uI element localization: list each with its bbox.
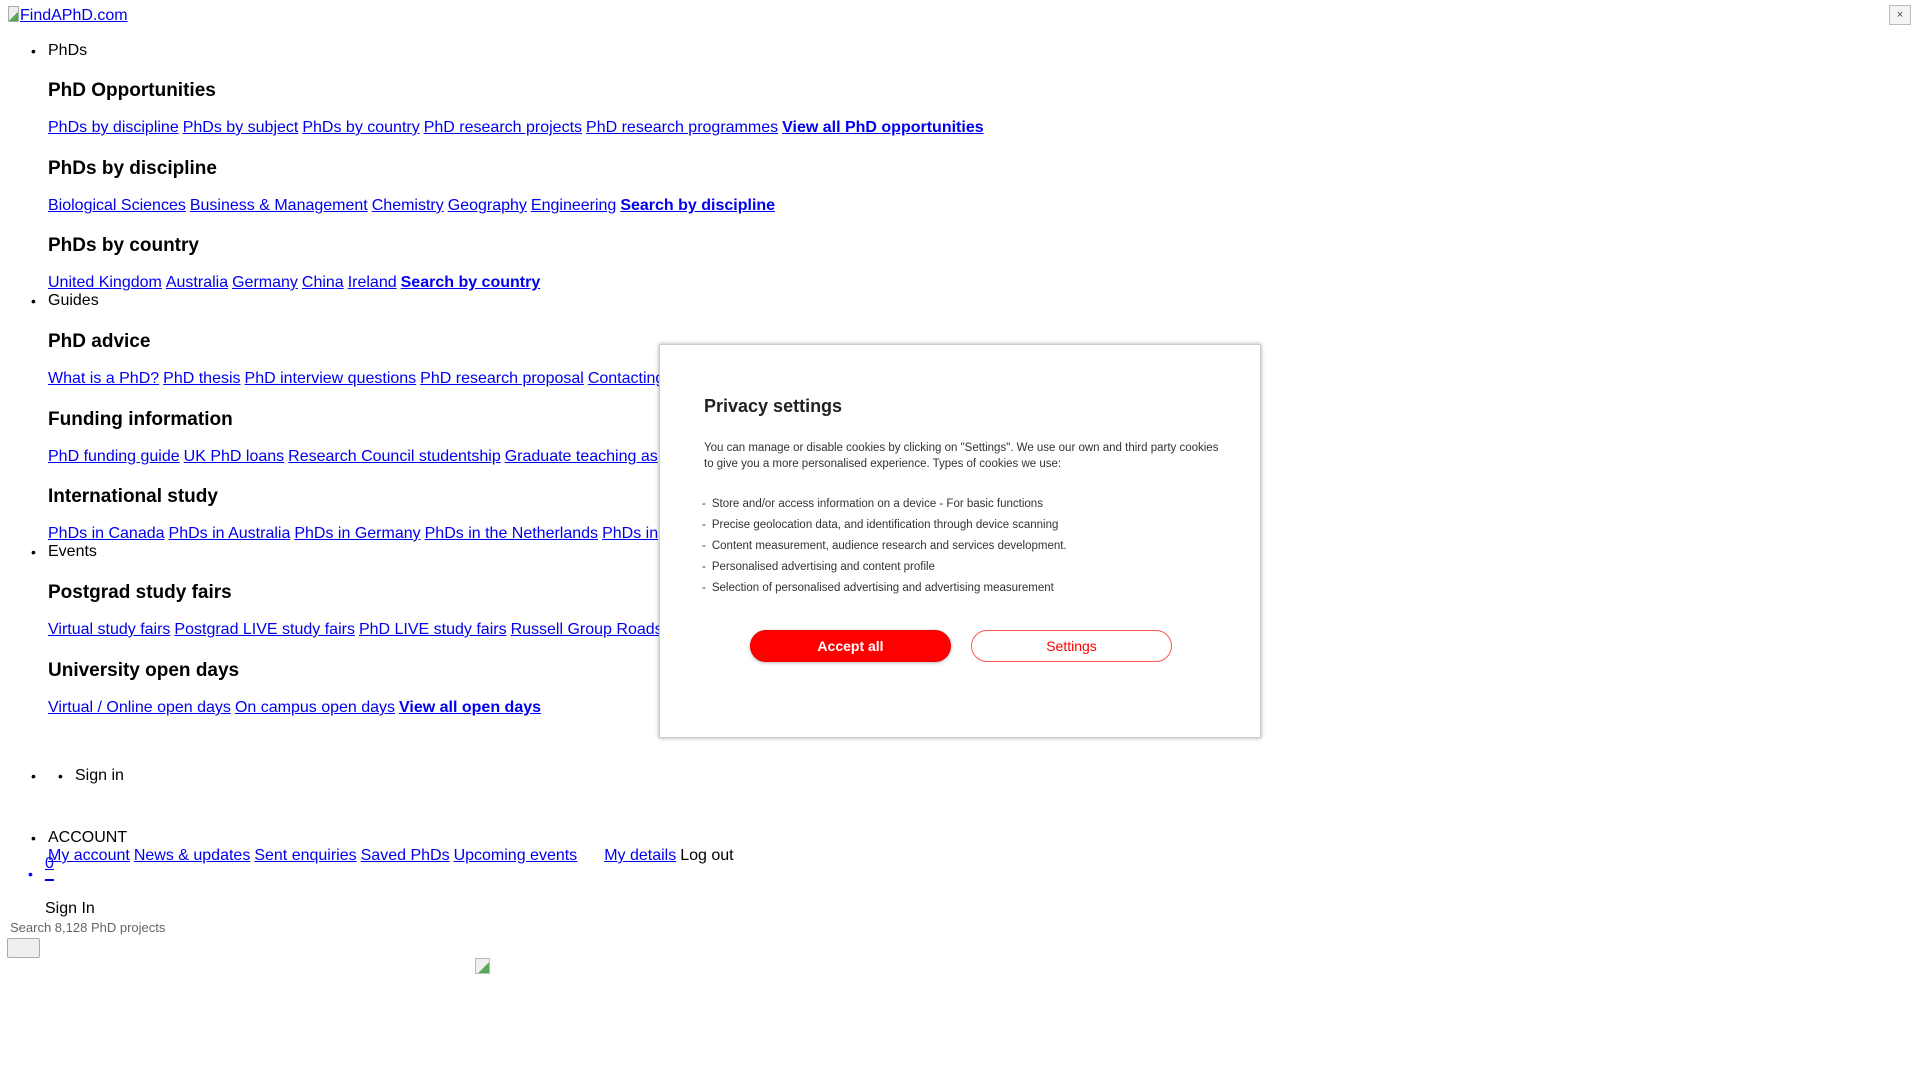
settings-button[interactable]: Settings — [971, 630, 1172, 662]
section-heading: International study — [48, 486, 218, 507]
nav-link[interactable]: PhDs by subject — [183, 119, 299, 136]
nav-link[interactable]: China — [302, 274, 344, 291]
nav-link[interactable]: What is a PhD? — [48, 370, 159, 387]
nav-link[interactable]: PhDs in the Netherlands — [425, 525, 598, 542]
account-link-saved-phds[interactable]: Saved PhDs — [361, 847, 450, 864]
section-heading: Postgrad study fairs — [48, 582, 232, 603]
nav-link[interactable]: Geography — [448, 197, 527, 214]
section-links: Biological Sciences Business & Management… — [48, 197, 779, 215]
my-details-link[interactable]: My details — [604, 847, 676, 864]
nav-item-events[interactable]: Events — [31, 543, 97, 561]
section-heading: Funding information — [48, 409, 233, 430]
section-heading: PhD Opportunities — [48, 80, 216, 101]
nav-link[interactable]: Russell Group Roads — [511, 621, 663, 638]
nav-link[interactable]: Graduate teaching as — [505, 448, 658, 465]
nav-link[interactable]: Virtual study fairs — [48, 621, 170, 638]
section-links: PhD funding guide UK PhD loans Research Co… — [48, 448, 662, 466]
account-link-news[interactable]: News & updates — [134, 847, 251, 864]
modal-description: You can manage or disable cookies by cli… — [704, 442, 1219, 470]
nav-link-view-all[interactable]: Search by discipline — [620, 197, 775, 214]
cookie-type-item: Content measurement, audience research a… — [702, 537, 1067, 558]
privacy-settings-modal: Privacy settings You can manage or disab… — [659, 344, 1261, 738]
nav-link[interactable]: Contacting — [588, 370, 665, 387]
cookie-type-item: Personalised advertising and content pro… — [702, 558, 1067, 579]
nav-link[interactable]: PhDs in Germany — [294, 525, 420, 542]
nav-link[interactable]: PhD thesis — [163, 370, 240, 387]
modal-title: Privacy settings — [704, 396, 843, 416]
section-heading: PhDs by discipline — [48, 158, 217, 179]
nav-link[interactable]: Business & Management — [190, 197, 368, 214]
nav-link[interactable]: PhD LIVE study fairs — [359, 621, 507, 638]
nav-link[interactable]: Postgrad LIVE study fairs — [174, 621, 355, 638]
nav-link[interactable]: Biological Sciences — [48, 197, 186, 214]
cookie-type-item: Precise geolocation data, and identifica… — [702, 516, 1067, 537]
nav-item-phds[interactable]: PhDs — [31, 42, 87, 60]
nav-link[interactable]: PhDs by discipline — [48, 119, 179, 136]
nav-link[interactable]: Research Council studentship — [288, 448, 501, 465]
logo-link[interactable]: FindAPhD.com — [8, 6, 128, 25]
account-link-sent-enquiries[interactable]: Sent enquiries — [254, 847, 356, 864]
nav-link-view-all[interactable]: View all open days — [399, 699, 541, 716]
nav-link[interactable]: Ireland — [348, 274, 397, 291]
nav-link-view-all[interactable]: View all PhD opportunities — [782, 119, 984, 136]
nav-link[interactable]: PhDs in — [602, 525, 658, 542]
cookie-types-list: Store and/or access information on a dev… — [702, 495, 1067, 600]
section-links: Virtual study fairs Postgrad LIVE study f… — [48, 621, 667, 639]
nav-link[interactable]: PhD research programmes — [586, 119, 778, 136]
broken-image-icon — [8, 6, 19, 22]
nav-item-guides[interactable]: Guides — [31, 292, 99, 310]
cookie-type-item: Selection of personalised advertising an… — [702, 579, 1067, 600]
nav-link[interactable]: Chemistry — [372, 197, 444, 214]
section-heading: PhDs by country — [48, 235, 199, 256]
cookie-type-item: Store and/or access information on a dev… — [702, 495, 1067, 516]
sign-in-text[interactable]: Sign In — [45, 900, 95, 918]
section-links: What is a PhD? PhD thesis PhD interview qu… — [48, 370, 668, 388]
section-heading: University open days — [48, 660, 240, 681]
logo-alt-text: FindAPhD.com — [20, 7, 128, 24]
section-links: Virtual / Online open days On campus open… — [48, 699, 545, 717]
nav-link[interactable]: Virtual / Online open days — [48, 699, 231, 716]
nav-link[interactable]: Germany — [232, 274, 298, 291]
section-heading: PhD advice — [48, 331, 151, 352]
nav-link[interactable]: UK PhD loans — [184, 448, 285, 465]
account-link-upcoming-events[interactable]: Upcoming events — [454, 847, 578, 864]
search-label: Search 8,128 PhD projects — [10, 920, 166, 935]
sign-in-label[interactable]: Sign in — [75, 767, 124, 784]
nav-link[interactable]: PhD research proposal — [420, 370, 584, 387]
account-link-my-account[interactable]: My account — [48, 847, 130, 864]
section-links: PhDs in Canada PhDs in Australia PhDs in G… — [48, 525, 662, 543]
close-button[interactable]: × — [1889, 5, 1911, 25]
account-links: My account News & updates Sent enquiries Sa… — [48, 847, 734, 865]
section-links: United Kingdom Australia Germany China Irela… — [48, 274, 544, 292]
account-heading: ACCOUNT — [31, 829, 127, 847]
nav-link[interactable]: On campus open days — [235, 699, 395, 716]
section-links: PhDs by discipline PhDs by subject PhDs by… — [48, 119, 988, 137]
nav-link[interactable]: PhD interview questions — [245, 370, 417, 387]
nav-link[interactable]: PhDs by country — [302, 119, 419, 136]
nav-link[interactable]: Engineering — [531, 197, 616, 214]
search-button[interactable] — [7, 938, 40, 958]
nav-link[interactable]: PhDs in Canada — [48, 525, 165, 542]
log-out-link[interactable]: Log out — [680, 847, 733, 864]
underscore-link[interactable]: _ — [28, 865, 54, 883]
nav-link[interactable]: PhDs in Australia — [169, 525, 291, 542]
accept-all-button[interactable]: Accept all — [750, 630, 951, 662]
nav-link[interactable]: PhD funding guide — [48, 448, 180, 465]
nav-link-view-all[interactable]: Search by country — [401, 274, 541, 291]
broken-image-icon — [475, 958, 490, 974]
sign-in-item[interactable]: •Sign in — [31, 767, 124, 785]
nav-link[interactable]: PhD research projects — [424, 119, 582, 136]
nav-link[interactable]: United Kingdom — [48, 274, 162, 291]
nav-link[interactable]: Australia — [166, 274, 228, 291]
